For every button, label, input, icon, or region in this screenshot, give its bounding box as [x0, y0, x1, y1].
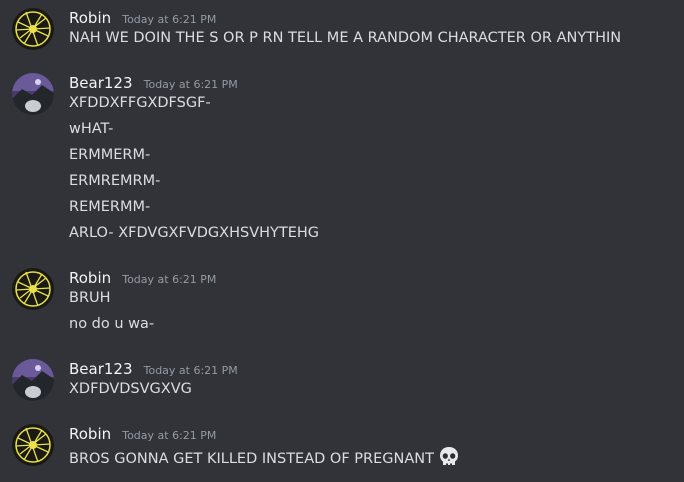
- message-header: Robin Today at 6:21 PM: [69, 268, 216, 288]
- skull-emoji-icon[interactable]: [438, 446, 460, 472]
- message-text: no do u wa-: [69, 316, 155, 332]
- message-header: Robin Today at 6:21 PM: [69, 8, 216, 28]
- author-name[interactable]: Bear123: [69, 74, 133, 92]
- message-header: Robin Today at 6:21 PM: [69, 424, 216, 444]
- message-text: REMERMM-: [69, 199, 151, 215]
- message-text: ERMREMRM-: [69, 173, 161, 189]
- message-text: ARLO- XFDVGXFVDGXHSVHYTEHG: [69, 225, 320, 241]
- message-timestamp[interactable]: Today at 6:21 PM: [122, 273, 216, 286]
- message-timestamp[interactable]: Today at 6:21 PM: [144, 78, 238, 91]
- author-name[interactable]: Robin: [69, 269, 111, 287]
- robin-avatar[interactable]: [12, 424, 54, 466]
- message-timestamp[interactable]: Today at 6:21 PM: [122, 13, 216, 26]
- author-name[interactable]: Robin: [69, 425, 111, 443]
- message-text: XDFDVDSVGXVG: [69, 381, 192, 397]
- message-text: ERMMERM-: [69, 147, 151, 163]
- message-text: wHAT-: [69, 121, 114, 137]
- message-timestamp[interactable]: Today at 6:21 PM: [122, 429, 216, 442]
- bear123-avatar[interactable]: [12, 73, 54, 115]
- bear123-avatar[interactable]: [12, 359, 54, 401]
- message-header: Bear123 Today at 6:21 PM: [69, 73, 238, 93]
- message-timestamp[interactable]: Today at 6:21 PM: [144, 364, 238, 377]
- robin-avatar[interactable]: [12, 268, 54, 310]
- author-name[interactable]: Robin: [69, 9, 111, 27]
- message-text: BRUH: [69, 290, 111, 306]
- message-text: NAH WE DOIN THE S OR P RN TELL ME A RAND…: [69, 30, 622, 46]
- robin-avatar[interactable]: [12, 8, 54, 50]
- author-name[interactable]: Bear123: [69, 360, 133, 378]
- message-header: Bear123 Today at 6:21 PM: [69, 359, 238, 379]
- message-text: BROS GONNA GET KILLED INSTEAD OF PREGNAN…: [69, 446, 460, 472]
- message-text: XFDDXFFGXDFSGF-: [69, 95, 211, 111]
- message-text-content: BROS GONNA GET KILLED INSTEAD OF PREGNAN…: [69, 451, 434, 467]
